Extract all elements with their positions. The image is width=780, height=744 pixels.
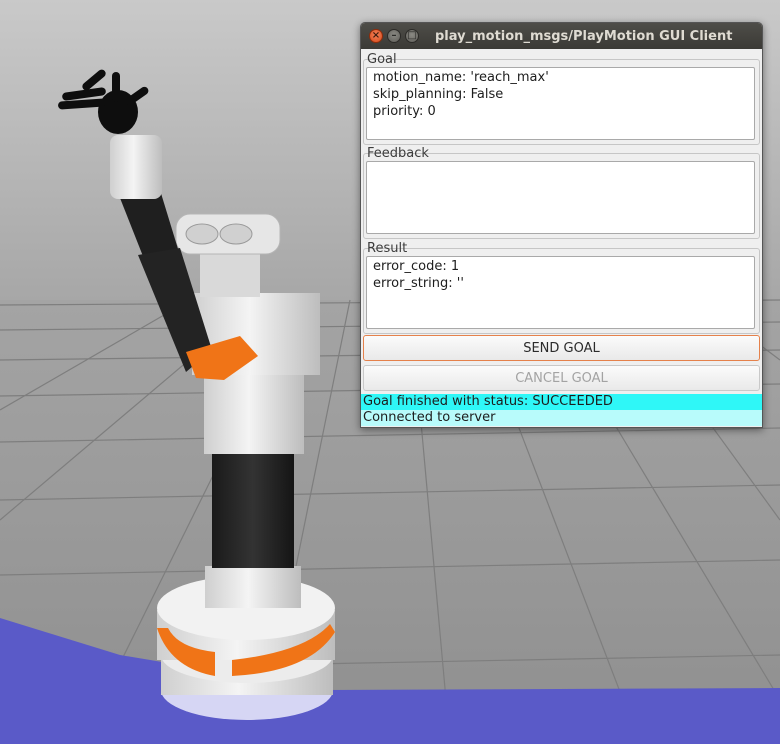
goal-text-area[interactable]: motion_name: 'reach_max' skip_planning: … [366, 67, 755, 140]
minimize-icon: – [391, 30, 397, 41]
window-title: play_motion_msgs/PlayMotion GUI Client [435, 29, 733, 44]
goal-line: skip_planning: False [373, 87, 504, 102]
feedback-text-area[interactable] [366, 161, 755, 234]
goal-label: Goal [367, 52, 397, 67]
result-line: error_code: 1 [373, 259, 460, 274]
goal-line: priority: 0 [373, 104, 436, 119]
close-window-button[interactable]: × [369, 29, 383, 43]
feedback-label: Feedback [367, 146, 429, 161]
send-goal-button[interactable]: SEND GOAL [363, 335, 760, 361]
goal-line: motion_name: 'reach_max' [373, 70, 549, 85]
close-icon: × [371, 30, 381, 41]
maximize-window-button[interactable]: □ [405, 29, 419, 43]
cancel-goal-button[interactable]: CANCEL GOAL [363, 365, 760, 391]
result-label: Result [367, 241, 408, 256]
minimize-window-button[interactable]: – [387, 29, 401, 43]
maximize-icon: □ [407, 30, 417, 41]
connection-status-bar: Connected to server [361, 410, 762, 426]
playmotion-gui-window: × – □ play_motion_msgs/PlayMotion GUI Cl… [360, 22, 763, 428]
title-bar[interactable]: × – □ play_motion_msgs/PlayMotion GUI Cl… [361, 23, 762, 49]
goal-status-bar: Goal finished with status: SUCCEEDED [361, 394, 762, 410]
result-line: error_string: '' [373, 276, 464, 291]
result-text-area[interactable]: error_code: 1 error_string: '' [366, 256, 755, 329]
